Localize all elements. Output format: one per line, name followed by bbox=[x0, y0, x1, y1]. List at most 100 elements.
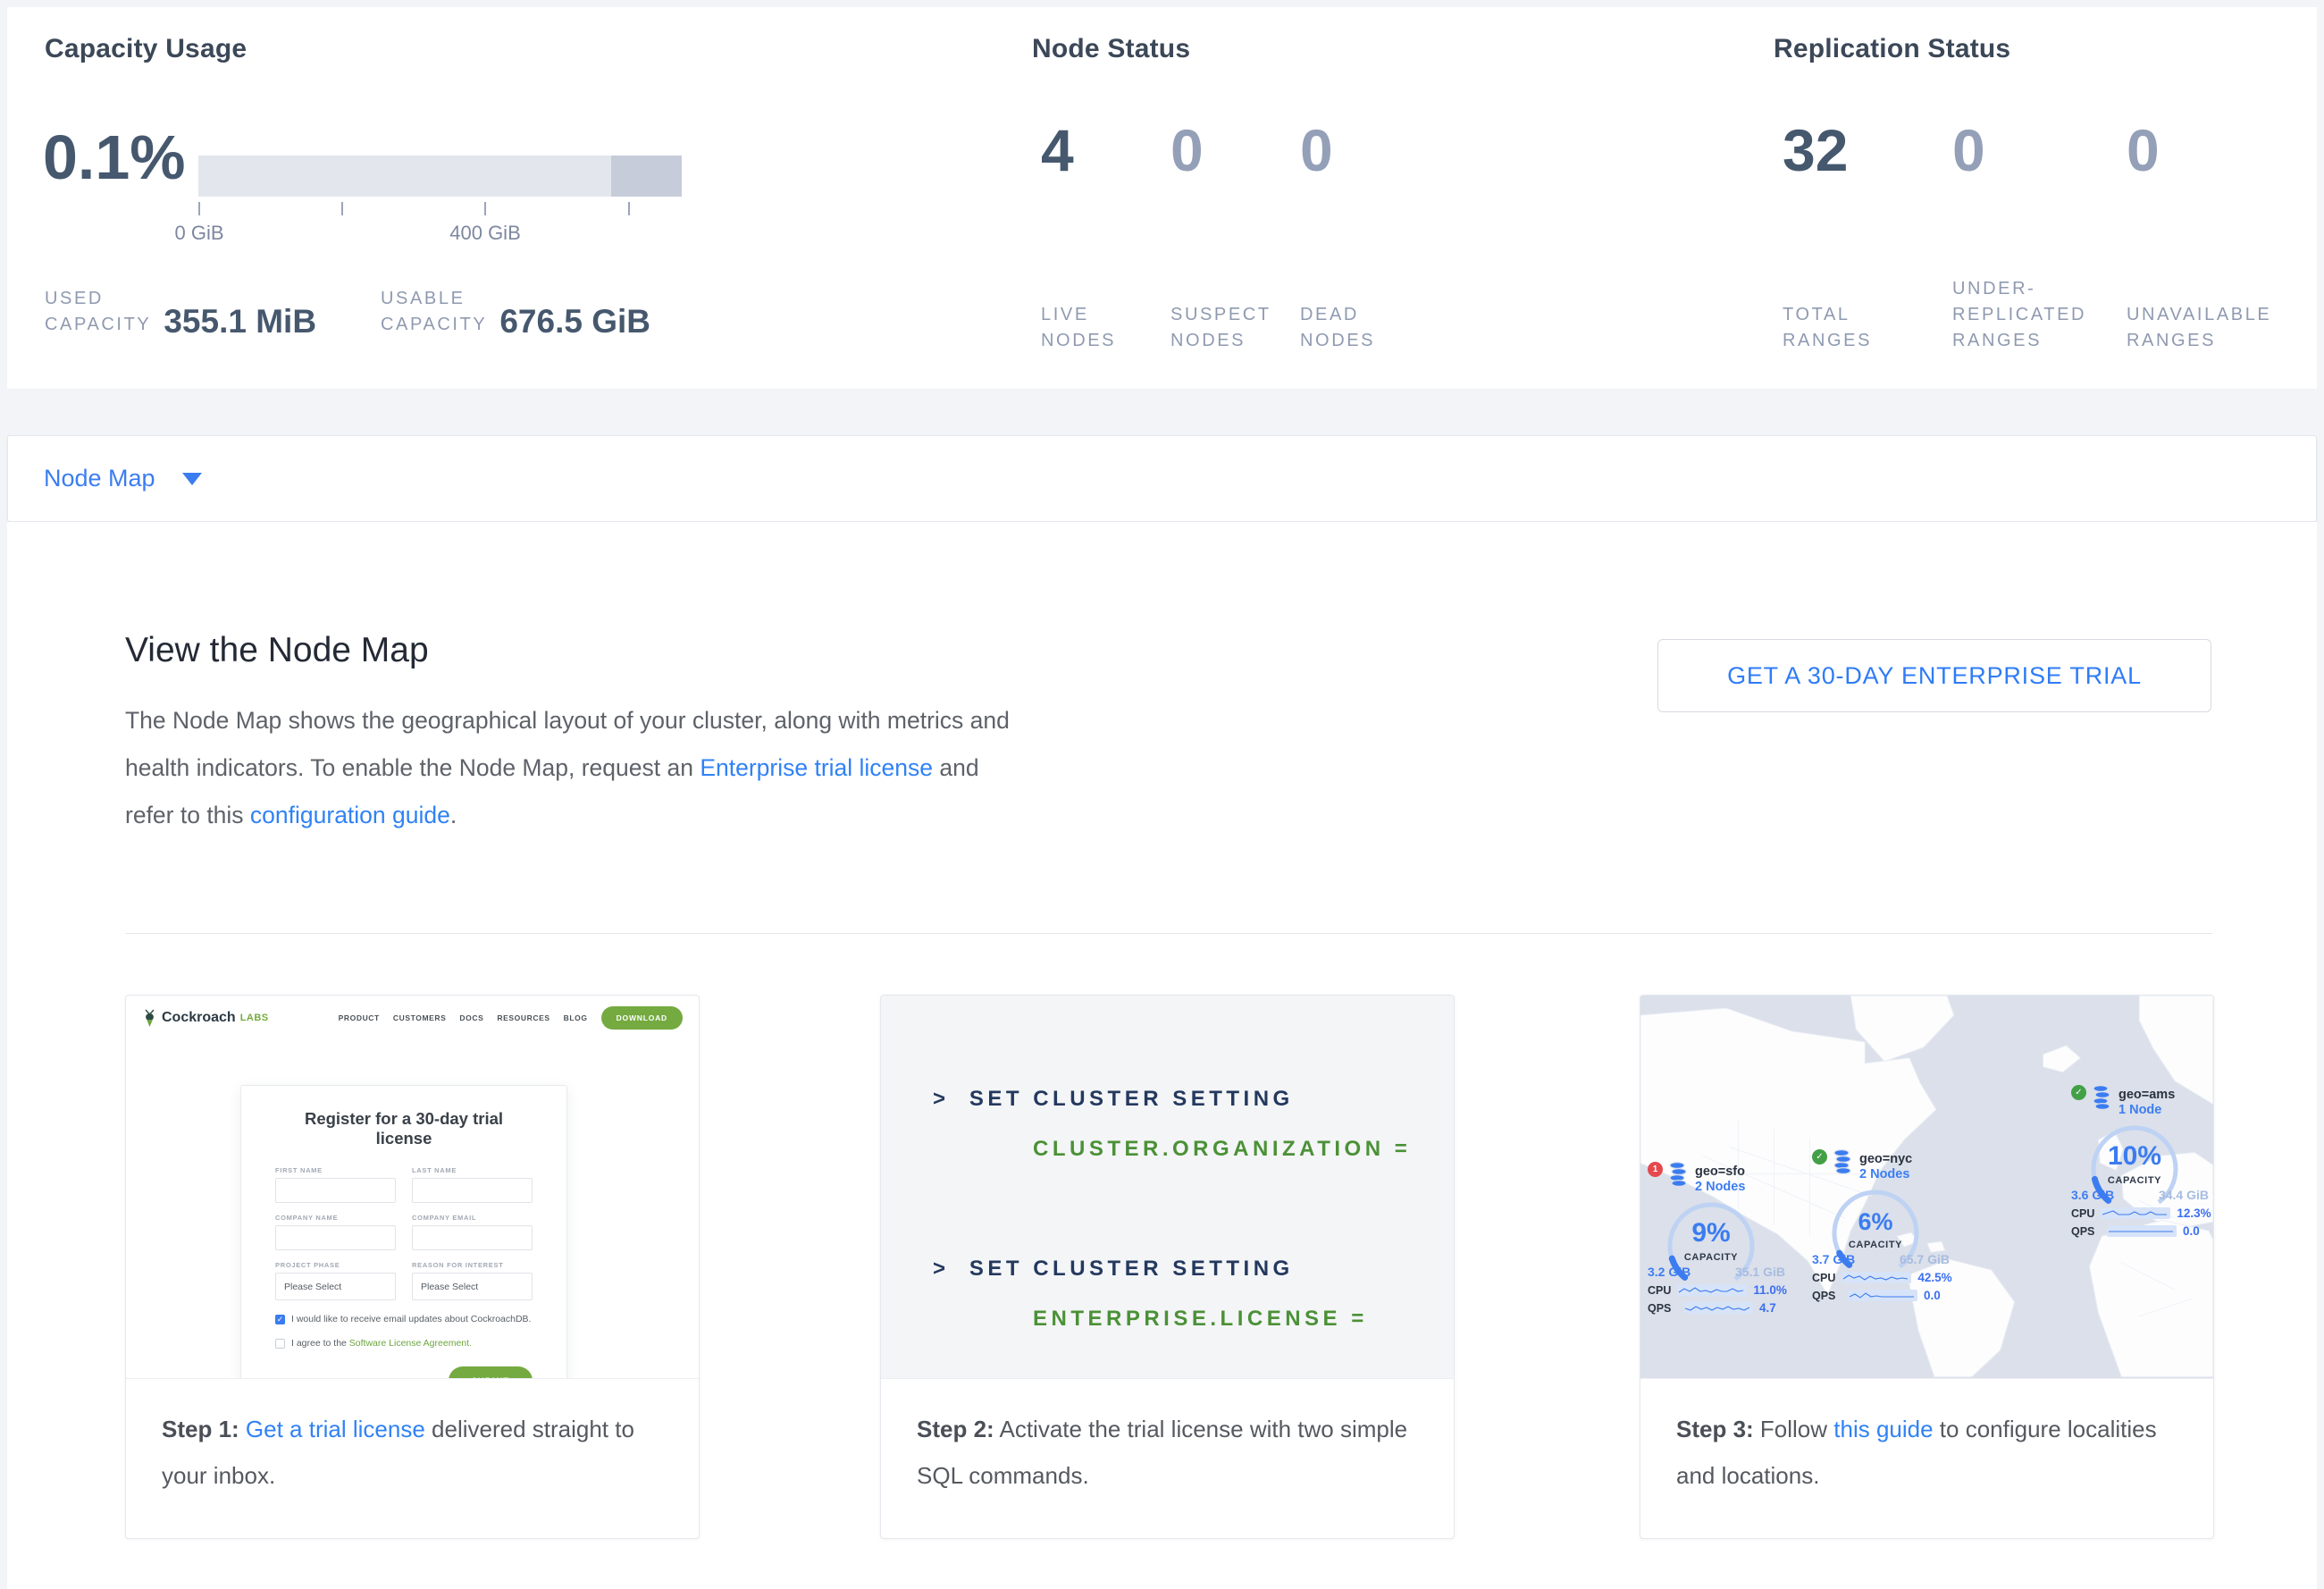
email-updates-checkbox-row: ✓ I would like to receive email updates … bbox=[275, 1314, 533, 1324]
qps-sparkline bbox=[1848, 1290, 1917, 1301]
submit-row: SUBMIT bbox=[275, 1366, 533, 1378]
usable-capacity-stat: USABLE CAPACITY 676.5 GiB bbox=[381, 286, 650, 338]
capacity-values-row: 3.6 GiB 34.4 GiB bbox=[2071, 1188, 2209, 1202]
sql-setting-line: ENTERPRISE.LICENSE = bbox=[1033, 1307, 1368, 1332]
under-replicated-ranges-count: 0 bbox=[1952, 116, 1985, 184]
cpu-sparkline bbox=[2101, 1207, 2170, 1219]
get-enterprise-trial-button[interactable]: GET A 30-DAY ENTERPRISE TRIAL bbox=[1657, 639, 2211, 712]
used-gib: 3.2 GiB bbox=[1648, 1265, 1691, 1279]
last-name-field: LAST NAME bbox=[412, 1166, 533, 1203]
axis-tick bbox=[341, 202, 343, 215]
usable-capacity-value: 676.5 GiB bbox=[499, 303, 650, 340]
total-gib: 34.4 GiB bbox=[2159, 1188, 2209, 1202]
locality-node-count: 2 Nodes bbox=[1859, 1167, 1912, 1182]
locality-sfo: 1 geo=sfo 2 Nodes bbox=[1648, 1160, 1785, 1315]
step-label: Step 1: bbox=[162, 1416, 239, 1442]
suspect-nodes-label: SUSPECT NODES bbox=[1170, 302, 1271, 354]
select-input: Please Select bbox=[412, 1273, 533, 1300]
capacity-bar bbox=[198, 156, 682, 197]
section-divider bbox=[125, 933, 2212, 934]
company-email-field: COMPANY EMAIL bbox=[412, 1214, 533, 1250]
used-capacity-stat: USED CAPACITY 355.1 MiB bbox=[45, 286, 316, 338]
sql-keyword: SET CLUSTER SETTING bbox=[969, 1087, 1294, 1111]
capacity-label: CAPACITY bbox=[1826, 1240, 1925, 1250]
site-submit-button: SUBMIT bbox=[449, 1366, 533, 1378]
step-3-card: 1 geo=sfo 2 Nodes bbox=[1640, 995, 2214, 1539]
view-selector-dropdown[interactable]: Node Map bbox=[7, 435, 2317, 522]
axis-tick-label-zero: 0 GiB bbox=[174, 222, 223, 245]
cpu-sparkline bbox=[1677, 1284, 1747, 1296]
page-title: View the Node Map bbox=[125, 631, 429, 670]
cockroach-site-screenshot: Cockroach LABS PRODUCT CUSTOMERS DOCS RE… bbox=[126, 996, 699, 1378]
capacity-values-row: 3.2 GiB 35.1 GiB bbox=[1648, 1265, 1785, 1279]
qps-value: 0.0 bbox=[1924, 1289, 1941, 1302]
cpu-label: CPU bbox=[1812, 1272, 1835, 1284]
locality-labels: geo=ams 1 Node bbox=[2118, 1083, 2175, 1118]
qps-value: 0.0 bbox=[2183, 1224, 2200, 1238]
software-license-agreement-link: Software License Agreement. bbox=[349, 1338, 472, 1349]
cpu-sparkline bbox=[1842, 1272, 1911, 1283]
step-1-card: Cockroach LABS PRODUCT CUSTOMERS DOCS RE… bbox=[125, 995, 700, 1539]
cpu-value: 42.5% bbox=[1917, 1271, 1951, 1284]
configuration-guide-link[interactable]: configuration guide bbox=[250, 802, 450, 828]
step-label: Step 3: bbox=[1676, 1416, 1754, 1442]
site-nav-item: RESOURCES bbox=[497, 1013, 550, 1022]
qps-row: QPS 4.7 bbox=[1648, 1301, 1785, 1315]
capacity-axis: 0 GiB 400 GiB bbox=[198, 202, 682, 256]
cockroach-icon bbox=[142, 1009, 157, 1028]
checkbox-unchecked-icon bbox=[275, 1339, 285, 1349]
field-label: REASON FOR INTEREST bbox=[412, 1261, 533, 1269]
first-name-field: FIRST NAME bbox=[275, 1166, 396, 1203]
capacity-bar-reserved-segment bbox=[611, 156, 682, 197]
this-guide-link[interactable]: this guide bbox=[1833, 1416, 1933, 1442]
locality-header: 1 geo=sfo 2 Nodes bbox=[1648, 1160, 1785, 1195]
step-1-caption: Step 1: Get a trial license delivered st… bbox=[126, 1378, 699, 1539]
node-map-preview: 1 geo=sfo 2 Nodes bbox=[1640, 996, 2213, 1378]
locality-ams: ✓ geo=ams 1 Node bbox=[2071, 1083, 2209, 1238]
agree-text: I agree to the bbox=[291, 1338, 349, 1349]
step-2-caption: Step 2: Activate the trial license with … bbox=[881, 1378, 1454, 1539]
locality-name: geo=nyc bbox=[1859, 1152, 1912, 1167]
axis-tick bbox=[198, 202, 200, 215]
capacity-label: CAPACITY bbox=[1662, 1252, 1760, 1263]
enterprise-trial-license-link[interactable]: Enterprise trial license bbox=[700, 754, 933, 781]
cockroach-labs-logo: Cockroach LABS bbox=[142, 1009, 269, 1028]
locality-node-count: 1 Node bbox=[2118, 1103, 2175, 1118]
field-label: COMPANY EMAIL bbox=[412, 1214, 533, 1222]
locality-node-count: 2 Nodes bbox=[1695, 1180, 1745, 1195]
get-trial-license-link[interactable]: Get a trial license bbox=[246, 1416, 425, 1442]
prompt-glyph: > bbox=[933, 1257, 950, 1281]
axis-tick bbox=[484, 202, 486, 215]
cpu-row: CPU 11.0% bbox=[1648, 1283, 1785, 1297]
site-nav-item: BLOG bbox=[564, 1013, 588, 1022]
text-input bbox=[412, 1178, 533, 1203]
total-gib: 65.7 GiB bbox=[1900, 1252, 1950, 1266]
cpu-label: CPU bbox=[1648, 1284, 1671, 1297]
capacity-percent: 6% bbox=[1826, 1208, 1925, 1236]
step-3-caption: Step 3: Follow this guide to configure l… bbox=[1640, 1378, 2213, 1539]
site-nav-item: DOCS bbox=[459, 1013, 483, 1022]
capacity-percent: 10% bbox=[2085, 1141, 2184, 1172]
ok-badge-icon: ✓ bbox=[1812, 1149, 1827, 1164]
capacity-usage-title: Capacity Usage bbox=[45, 34, 247, 64]
sql-setting-line: CLUSTER.ORGANIZATION = bbox=[1033, 1137, 1411, 1162]
axis-tick-label-400: 400 GiB bbox=[449, 222, 521, 245]
site-header: Cockroach LABS PRODUCT CUSTOMERS DOCS RE… bbox=[126, 996, 699, 1030]
used-gib: 3.7 GiB bbox=[1812, 1252, 1855, 1266]
text-input bbox=[275, 1225, 396, 1250]
cpu-row: CPU 12.3% bbox=[2071, 1206, 2209, 1220]
company-name-field: COMPANY NAME bbox=[275, 1214, 396, 1250]
capacity-ring: 10% CAPACITY bbox=[2085, 1120, 2184, 1218]
checkbox-label: I would like to receive email updates ab… bbox=[291, 1314, 531, 1324]
text-input bbox=[275, 1178, 396, 1203]
select-input: Please Select bbox=[275, 1273, 396, 1300]
field-label: LAST NAME bbox=[412, 1166, 533, 1174]
field-label: COMPANY NAME bbox=[275, 1214, 396, 1222]
node-map-enterprise-panel: View the Node Map The Node Map shows the… bbox=[7, 522, 2317, 1589]
reason-for-interest-field: REASON FOR INTEREST Please Select bbox=[412, 1261, 533, 1300]
cluster-overview-page: Capacity Usage 0.1% 0 GiB 400 GiB USED C… bbox=[0, 0, 2324, 1589]
unavailable-ranges-count: 0 bbox=[2127, 116, 2160, 184]
dead-nodes-label: DEAD NODES bbox=[1300, 302, 1375, 354]
form-title: Register for a 30-day trial license bbox=[275, 1109, 533, 1148]
locality-nyc: ✓ geo=nyc 2 Nodes bbox=[1812, 1148, 1950, 1302]
